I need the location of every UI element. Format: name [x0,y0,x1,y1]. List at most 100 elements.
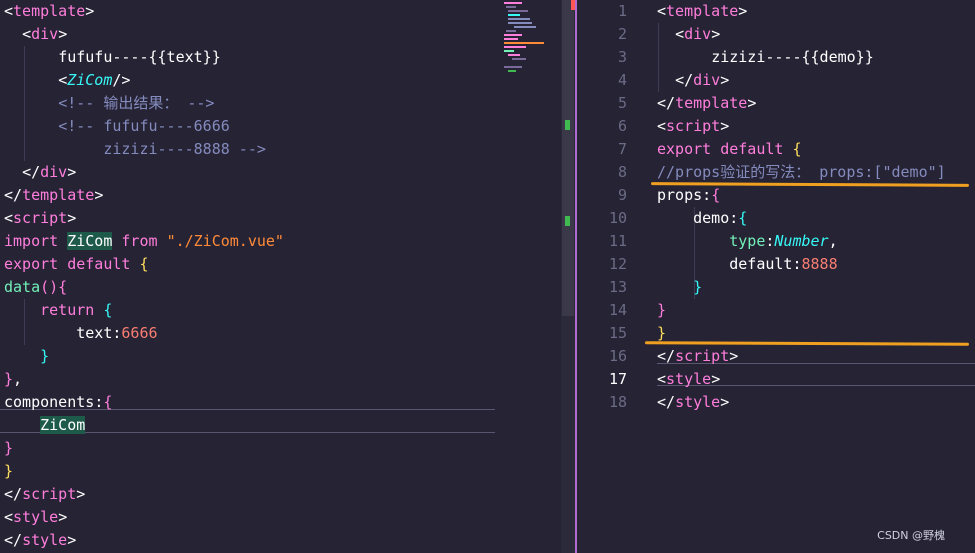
code-line[interactable]: </script> [657,345,975,368]
code-token: (){ [40,278,68,296]
code-token: return [40,301,104,319]
code-line[interactable]: return { [4,299,495,322]
code-line[interactable]: ZiCom [4,414,495,437]
code-line[interactable]: } [4,437,495,460]
line-number: 1 [617,2,627,20]
code-line[interactable]: zizizi----{{demo}} [657,46,975,69]
code-token: </ [657,347,676,365]
code-token: text [76,324,113,342]
code-line[interactable]: </template> [657,92,975,115]
code-line[interactable]: } [657,299,975,322]
code-token: export default [4,255,140,273]
code-token: < [657,117,667,135]
code-line[interactable]: fufufu----{{text}} [4,46,495,69]
code-token: import [4,232,68,250]
code-line[interactable]: default:8888 [657,253,975,276]
code-token: </ [4,186,23,204]
code-line[interactable]: type:Number, [657,230,975,253]
line-number: 8 [617,163,627,181]
line-number: 18 [608,393,627,411]
code-token: script [13,209,68,227]
code-line[interactable]: export default { [657,138,975,161]
line-number: 13 [608,278,627,296]
code-line[interactable]: zizizi----8888 --> [4,138,495,161]
code-token: } [4,370,14,388]
right-code-area[interactable]: <template> <div> zizizi----{{demo}} </di… [657,0,975,414]
code-token: export default [657,140,793,158]
code-line[interactable]: </style> [657,391,975,414]
code-line[interactable]: <style> [657,368,975,391]
left-minimap[interactable] [500,0,560,553]
code-token: < [22,25,32,43]
code-token: default [729,255,793,273]
code-line[interactable]: </div> [657,69,975,92]
code-line[interactable]: <template> [4,0,495,23]
code-line[interactable]: <!-- 输出结果： --> [4,92,495,115]
code-line[interactable]: components:{ [4,391,495,414]
code-line[interactable]: text:6666 [4,322,495,345]
code-line[interactable]: <template> [657,0,975,23]
code-token: : [792,255,802,273]
right-editor-pane[interactable]: 1 2 3 4 5 6 7 8 9 10 11 12 13 14 15 16 17 18 <template> <… [577,0,975,553]
code-token: > [76,485,86,503]
code-token: } [4,439,14,457]
code-token: > [720,117,730,135]
code-token: > [747,94,757,112]
code-line[interactable]: props:{ [657,184,975,207]
code-line[interactable]: </style> [4,529,495,552]
code-token: , [828,232,838,250]
code-line[interactable]: </div> [4,161,495,184]
code-line[interactable]: demo:{ [657,207,975,230]
code-line[interactable]: <script> [657,115,975,138]
code-token: <!-- fufufu----6666 [58,117,230,135]
line-number: 14 [608,301,627,319]
code-line[interactable]: </script> [4,483,495,506]
code-token: > [67,163,77,181]
left-scrollbar-thumb[interactable] [562,0,574,316]
code-token: style [22,531,68,549]
code-line[interactable]: }, [4,368,495,391]
code-line[interactable]: <!-- fufufu----6666 [4,115,495,138]
code-token: ZiCom [67,71,113,89]
code-token: } [4,462,14,480]
code-token: div [40,163,68,181]
code-token: ZiCom [40,416,86,434]
code-token: style [666,370,712,388]
code-line[interactable]: <style> [4,506,495,529]
line-number: 5 [617,94,627,112]
code-token: < [675,25,685,43]
code-token: </ [657,94,676,112]
left-code-area[interactable]: <template> <div> fufufu----{{text}} <ZiC… [4,0,495,552]
code-line[interactable]: } [657,276,975,299]
code-line[interactable]: data(){ [4,276,495,299]
code-line[interactable]: </template> [4,184,495,207]
code-token: from [112,232,167,250]
code-token: </ [675,71,694,89]
code-line[interactable]: //props验证的写法： props:["demo"] [657,161,975,184]
code-line[interactable]: <div> [657,23,975,46]
code-token: { [711,186,721,204]
code-line[interactable]: <ZiCom/> [4,69,495,92]
left-scrollbar[interactable] [561,0,575,553]
code-token: </ [4,485,23,503]
code-line[interactable]: export default { [4,253,495,276]
code-token: { [103,393,113,411]
code-line[interactable]: import ZiCom from "./ZiCom.vue" [4,230,495,253]
code-line[interactable]: <script> [4,207,495,230]
code-token: <!-- 输出结果： --> [58,94,215,112]
code-token: > [67,209,77,227]
code-line[interactable]: } [4,460,495,483]
code-token: < [4,2,14,20]
code-token: , [13,370,23,388]
code-line[interactable]: <div> [4,23,495,46]
code-token: /> [112,71,131,89]
code-token: : [729,209,739,227]
code-line[interactable]: } [4,345,495,368]
left-editor-pane[interactable]: <template> <div> fufufu----{{text}} <ZiC… [0,0,561,553]
